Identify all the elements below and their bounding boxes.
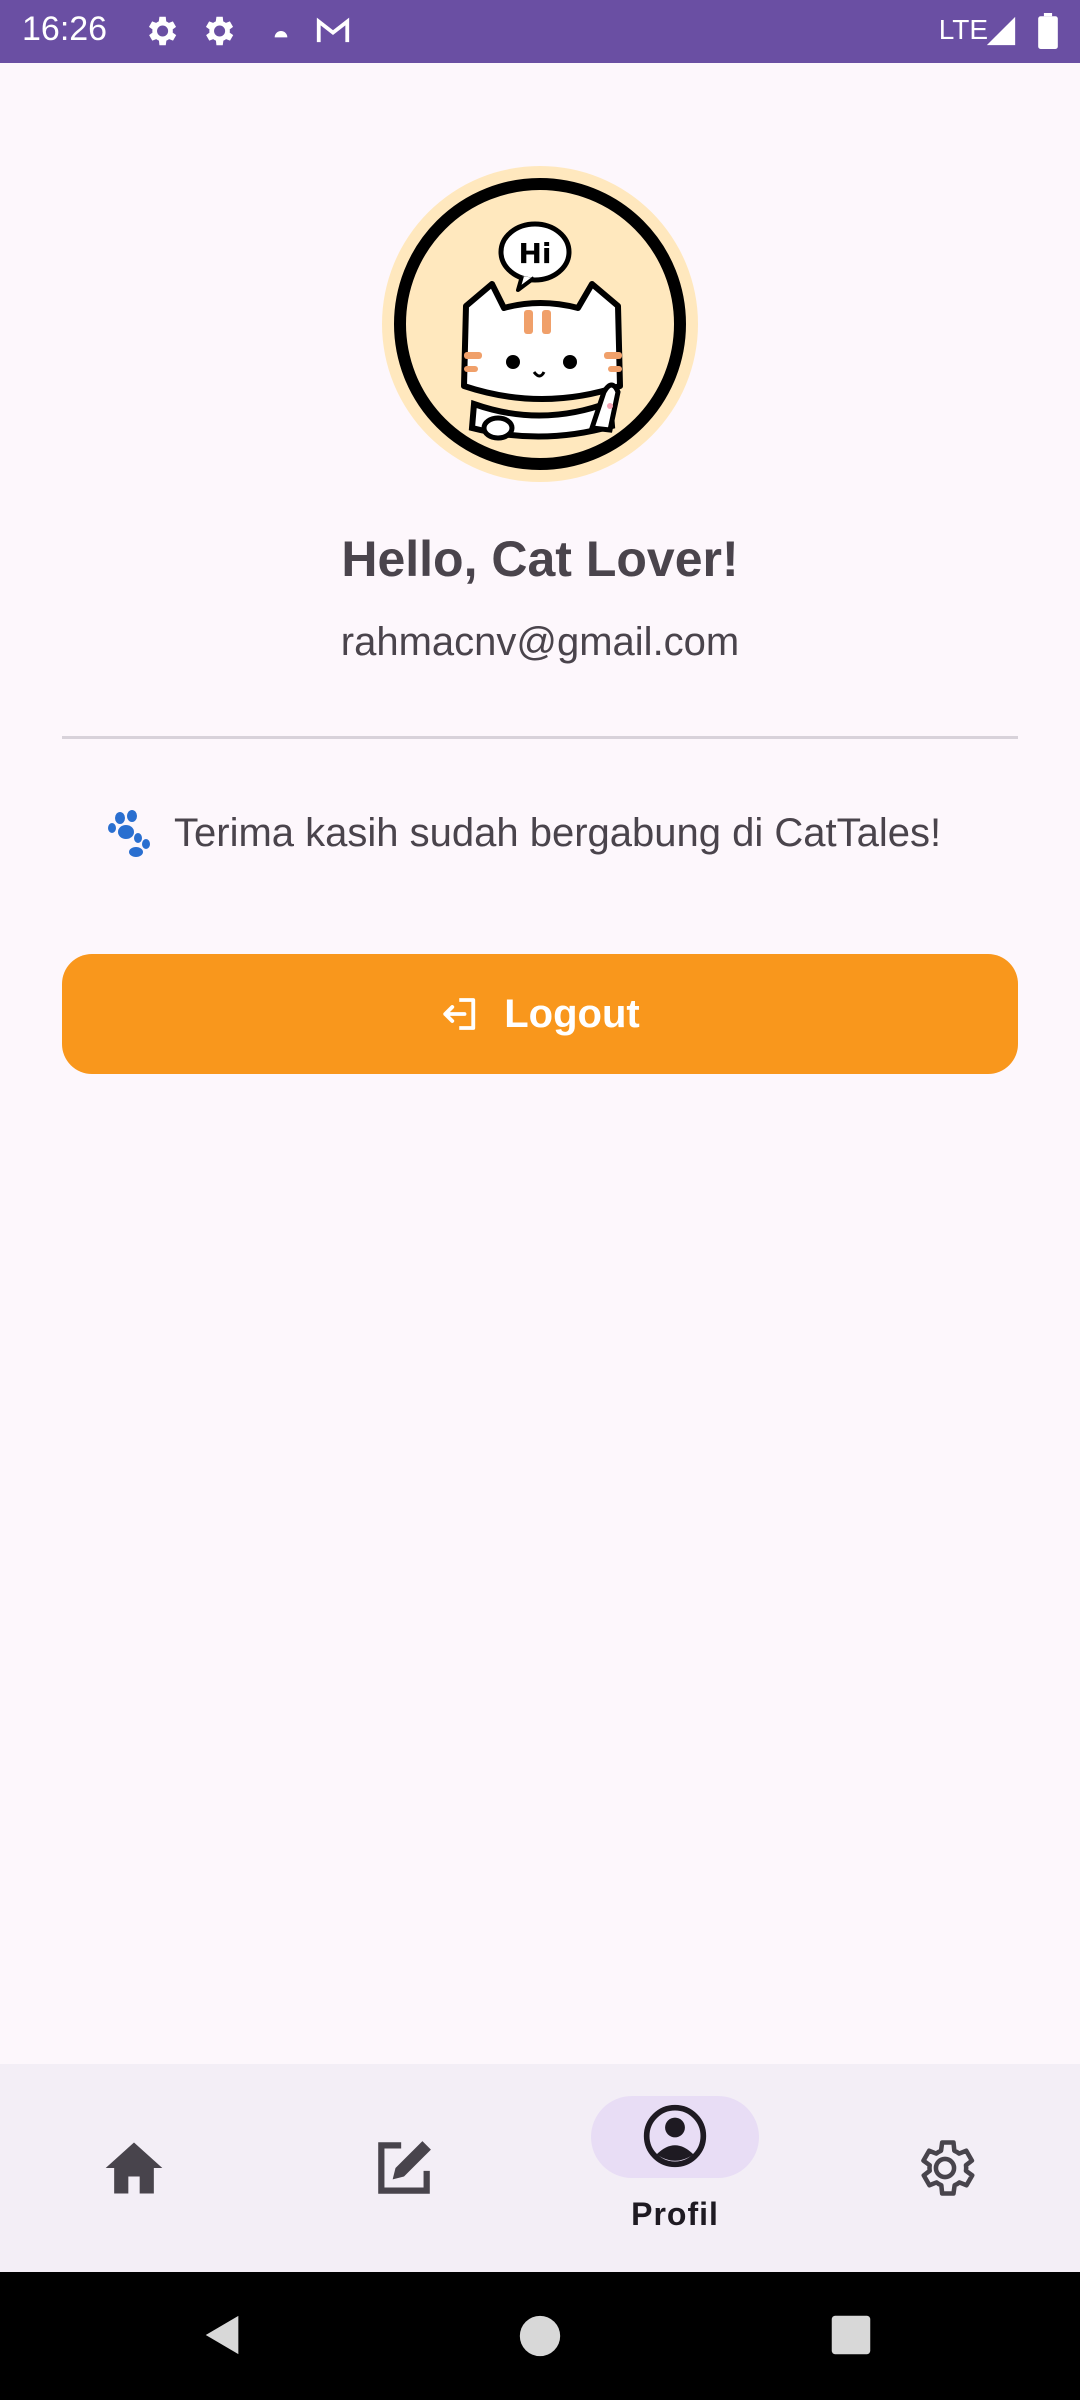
- network-type: LTE: [938, 14, 988, 45]
- home-icon: [105, 2142, 163, 2194]
- gmail-icon: [316, 17, 350, 43]
- nav-item-settings[interactable]: [810, 2064, 1080, 2272]
- gear-icon: [921, 2140, 975, 2196]
- paw-icon: [108, 810, 150, 857]
- back-icon[interactable]: [200, 2312, 246, 2358]
- profile-icon: [643, 2104, 707, 2168]
- user-email: rahmacnv@gmail.com: [340, 620, 740, 664]
- status-bar: 16:26 LTE: [0, 0, 1080, 63]
- profile-avatar: Hi: [382, 166, 698, 482]
- logout-label: Logout: [504, 991, 640, 1036]
- bottom-navigation: [0, 2064, 1080, 2272]
- nav-label-profil: Profil: [631, 2196, 719, 2232]
- settings-icon: [148, 16, 177, 46]
- divider: [62, 736, 1018, 739]
- login-arrow-icon: [443, 998, 476, 1030]
- nav-item-home[interactable]: [0, 2064, 270, 2272]
- home-circle-icon[interactable]: [518, 2314, 562, 2358]
- edit-icon: [378, 2141, 431, 2194]
- logout-button[interactable]: Logout: [62, 954, 1018, 1074]
- battery-icon: [1038, 13, 1058, 49]
- thanks-message: Terima kasih sudah bergabung di CatTales…: [174, 810, 942, 855]
- signal-icon: [986, 16, 1016, 46]
- nav-item-profile[interactable]: [540, 2064, 810, 2272]
- recents-icon[interactable]: [830, 2314, 872, 2356]
- avatar-bubble-text: Hi: [518, 237, 551, 270]
- status-time: 16:26: [22, 10, 108, 48]
- greeting-title: Hello, Cat Lover!: [341, 531, 739, 587]
- cloud-icon: [274, 31, 288, 38]
- system-navigation-bar: [0, 2272, 1080, 2400]
- thanks-message-row: Terima kasih sudah bergabung di CatTales…: [100, 808, 941, 858]
- settings-icon: [205, 16, 234, 46]
- nav-item-edit[interactable]: [270, 2064, 540, 2272]
- cat-avatar-illustration: Hi: [392, 176, 688, 472]
